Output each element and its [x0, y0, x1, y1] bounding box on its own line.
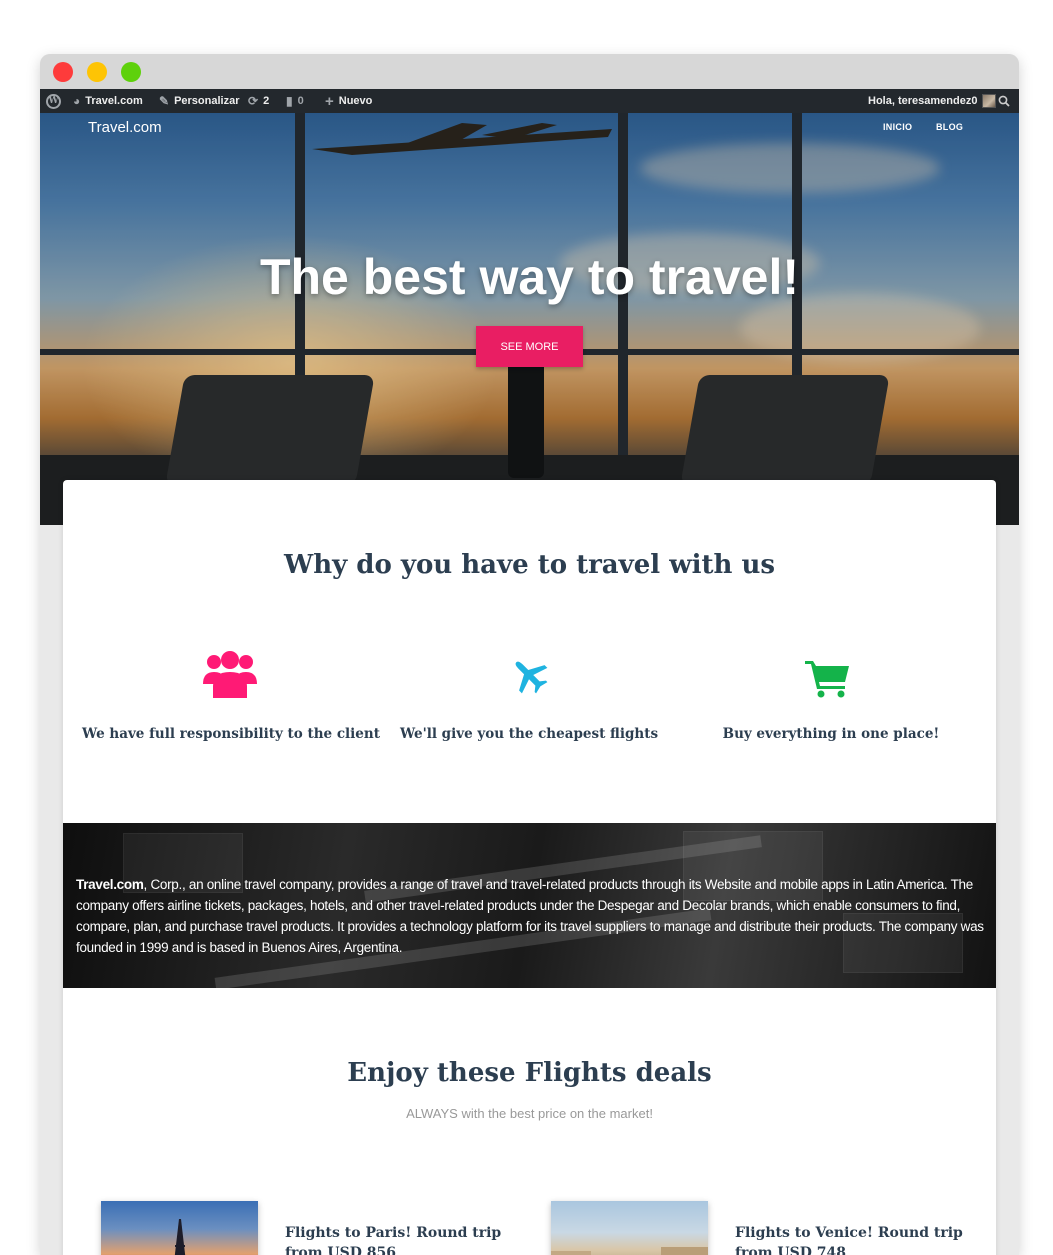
about-text: Travel.com, Corp., an online travel comp…	[76, 874, 986, 958]
comment-bubble-icon: ▮	[286, 94, 293, 108]
about-brand: Travel.com	[76, 877, 144, 892]
deal-title[interactable]: Flights to Paris! Round trip from USD 85…	[285, 1223, 515, 1255]
admin-site-link[interactable]: ◕ Travel.com	[73, 89, 143, 113]
wordpress-logo-icon: W	[46, 93, 61, 109]
eiffel-tower-icon	[174, 1219, 186, 1255]
deal-title[interactable]: Flights to Venice! Round trip from USD 7…	[735, 1223, 965, 1255]
hero-section: Travel.com INICIO BLOG The best way to t…	[40, 113, 1019, 525]
comments-link[interactable]: ▮ 0	[286, 89, 304, 113]
venice-image[interactable]	[551, 1201, 708, 1255]
nav-blog[interactable]: BLOG	[936, 122, 963, 132]
dashboard-gauge-icon: ◕	[73, 94, 81, 108]
comments-count: 0	[297, 95, 304, 107]
paris-image[interactable]	[101, 1201, 258, 1255]
why-section-title: Why do you have to travel with us	[284, 550, 775, 580]
deal-card-venice[interactable]: Flights to Venice! Round trip from USD 7…	[551, 1201, 991, 1255]
site-logo[interactable]: Travel.com	[88, 119, 162, 136]
search-icon	[998, 95, 1010, 107]
feature-cheapest-flights: We'll give you the cheapest flights	[379, 726, 679, 742]
wordpress-menu[interactable]: W	[46, 89, 61, 113]
hero-title: The best way to travel!	[259, 249, 800, 305]
window-titlebar	[40, 54, 1019, 89]
about-description: , Corp., an online travel company, provi…	[76, 877, 984, 955]
wp-admin-bar: W ◕ Travel.com ✎ Personalizar ⟳ 2 ▮ 0 + …	[40, 89, 1019, 113]
plane-icon	[515, 661, 548, 694]
venice-buildings-icon	[551, 1247, 708, 1255]
refresh-icon: ⟳	[248, 94, 259, 108]
feature-label: We'll give you the cheapest flights	[399, 726, 659, 742]
account-menu[interactable]: Hola, teresamendez0	[868, 89, 997, 113]
avatar	[982, 94, 997, 108]
plus-icon: +	[325, 92, 334, 110]
new-label: Nuevo	[338, 95, 373, 107]
admin-site-name: Travel.com	[85, 95, 143, 107]
feature-label: We have full responsibility to the clien…	[82, 726, 380, 742]
feature-one-place: Buy everything in one place!	[681, 726, 981, 742]
close-window-button[interactable]	[53, 62, 73, 82]
users-icon	[203, 651, 257, 698]
maximize-window-button[interactable]	[121, 62, 141, 82]
main-content-card: Why do you have to travel with us We hav…	[63, 480, 996, 1255]
minimize-window-button[interactable]	[87, 62, 107, 82]
see-more-button[interactable]: SEE MORE	[476, 326, 583, 367]
nav-inicio[interactable]: INICIO	[883, 122, 912, 132]
hero-overlay	[40, 113, 1019, 525]
about-section: Travel.com, Corp., an online travel comp…	[63, 823, 996, 988]
new-content-link[interactable]: + Nuevo	[325, 89, 372, 113]
brush-icon: ✎	[159, 94, 170, 108]
admin-search-button[interactable]	[998, 89, 1010, 113]
customize-label: Personalizar	[174, 95, 240, 107]
deal-card-paris[interactable]: Flights to Paris! Round trip from USD 85…	[101, 1201, 541, 1255]
deals-section-title: Enjoy these Flights deals	[347, 1058, 712, 1088]
browser-window: W ◕ Travel.com ✎ Personalizar ⟳ 2 ▮ 0 + …	[40, 54, 1019, 1255]
updates-count: 2	[263, 95, 270, 107]
deals-subtitle: ALWAYS with the best price on the market…	[406, 1106, 653, 1121]
user-greeting: Hola, teresamendez0	[868, 95, 978, 107]
feature-label: Buy everything in one place!	[722, 726, 940, 742]
cart-icon	[805, 661, 849, 698]
customize-link[interactable]: ✎ Personalizar	[159, 89, 239, 113]
updates-link[interactable]: ⟳ 2	[248, 89, 269, 113]
feature-responsibility: We have full responsibility to the clien…	[81, 726, 381, 742]
